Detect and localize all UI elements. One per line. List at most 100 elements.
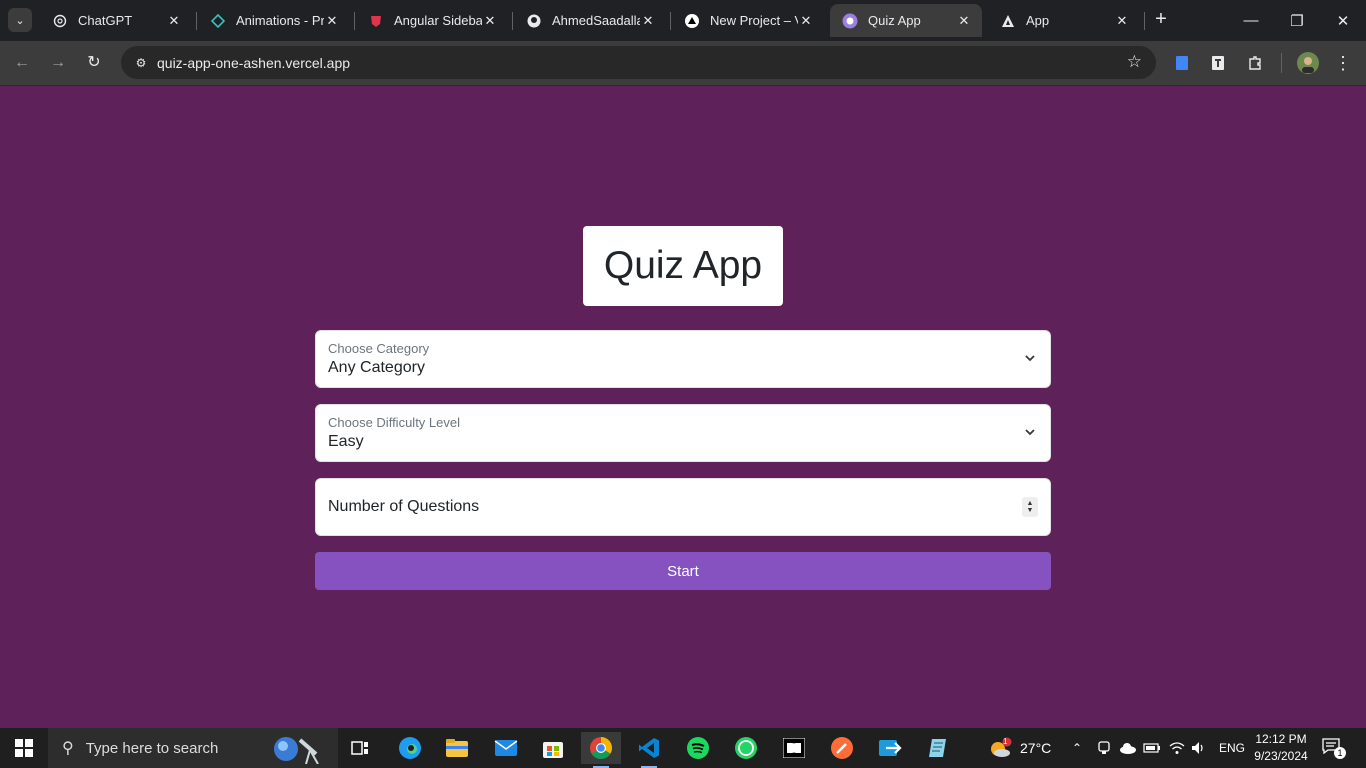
tab-title: Quiz App (868, 13, 921, 28)
quiz-app-icon (842, 13, 858, 29)
tab-chatgpt[interactable]: ChatGPT ✕ (40, 4, 192, 37)
weather-sun-cloud-icon (991, 737, 1012, 757)
new-tab-plus-icon[interactable]: + (1150, 8, 1172, 32)
forward-arrow-icon[interactable]: → (46, 51, 70, 75)
tab-angular-sidebar[interactable]: Angular Sidebar ✕ (356, 4, 508, 37)
notification-count-badge: 1 (1334, 747, 1346, 759)
tab-quiz-app[interactable]: Quiz App ✕ (830, 4, 982, 37)
tab-title: App (1026, 13, 1050, 28)
onedrive-cloud-icon[interactable] (1119, 728, 1137, 768)
send-icon[interactable] (870, 732, 910, 764)
notepad-icon[interactable] (918, 732, 958, 764)
tab-divider (670, 12, 671, 30)
tab-title: AhmedSaadallah (552, 13, 640, 28)
back-arrow-icon[interactable]: ← (10, 51, 34, 75)
close-tab-icon[interactable]: ✕ (640, 13, 656, 29)
vscode-icon[interactable] (629, 732, 669, 768)
dolby-icon[interactable] (774, 732, 814, 764)
close-window-icon[interactable]: ✕ (1320, 0, 1366, 41)
extensions-puzzle-icon[interactable] (1244, 52, 1266, 74)
category-select[interactable]: Choose Category Any Category (315, 330, 1051, 388)
windows-taskbar: ⚲ Type here to search 1 27°C ⌃ ENG 12:12… (0, 728, 1366, 768)
wifi-icon[interactable] (1169, 728, 1185, 768)
close-tab-icon[interactable]: ✕ (482, 13, 498, 29)
bookmark-star-icon[interactable]: ☆ (1127, 52, 1142, 72)
language-indicator[interactable]: ENG (1219, 728, 1245, 768)
restore-icon[interactable]: ❐ (1274, 0, 1320, 41)
weather-widget[interactable]: 1 27°C (988, 728, 1051, 768)
task-view-icon[interactable] (340, 732, 380, 764)
chevron-down-icon (1025, 355, 1035, 362)
difficulty-label: Choose Difficulty Level (328, 415, 460, 430)
github-icon (526, 13, 542, 29)
brave-shield-icon (368, 13, 384, 29)
tab-search-chevron-icon[interactable]: ⌄ (8, 8, 32, 32)
weather-badge: 1 (1003, 737, 1008, 746)
tab-app[interactable]: App ✕ (988, 4, 1140, 37)
toolbar-divider (1281, 53, 1282, 73)
system-clock[interactable]: 12:12 PM 9/23/2024 (1250, 731, 1312, 765)
close-tab-icon[interactable]: ✕ (1114, 13, 1130, 29)
google-docs-extension-icon[interactable] (1171, 52, 1193, 74)
close-tab-icon[interactable]: ✕ (956, 13, 972, 29)
tab-title: Animations - Pri (236, 13, 324, 28)
clock-time: 12:12 PM (1255, 732, 1307, 746)
close-tab-icon[interactable]: ✕ (798, 13, 814, 29)
tab-divider (512, 12, 513, 30)
browser-tab-strip: ⌄ ChatGPT ✕ Animations - Pri ✕ Angular S… (0, 0, 1366, 41)
notification-center-icon[interactable]: 1 (1322, 738, 1346, 759)
tab-github[interactable]: AhmedSaadallah ✕ (514, 4, 666, 37)
meet-now-icon[interactable] (1097, 728, 1111, 768)
profile-avatar[interactable] (1297, 52, 1319, 74)
category-value[interactable]: Any Category (328, 359, 425, 377)
tab-divider (1144, 12, 1145, 30)
close-tab-icon[interactable]: ✕ (166, 13, 182, 29)
windows-start-icon[interactable] (0, 728, 48, 768)
spotify-icon[interactable] (678, 732, 718, 764)
close-tab-icon[interactable]: ✕ (324, 13, 340, 29)
search-icon: ⚲ (62, 740, 74, 757)
minimize-icon[interactable]: — (1228, 0, 1274, 41)
weather-temperature: 27°C (1020, 740, 1052, 756)
browser-toolbar: ← → ↻ ⚙ quiz-app-one-ashen.vercel.app ☆ … (0, 41, 1366, 86)
tab-vercel[interactable]: New Project – Ve ✕ (672, 4, 824, 37)
tab-divider (354, 12, 355, 30)
tab-title: New Project – Ve (710, 13, 798, 28)
clock-date: 9/23/2024 (1254, 749, 1308, 763)
address-bar[interactable]: ⚙ quiz-app-one-ashen.vercel.app ☆ (121, 46, 1156, 79)
battery-icon[interactable] (1143, 728, 1161, 768)
questions-number-input[interactable]: Number of Questions ▲ ▼ (315, 478, 1051, 536)
postman-icon[interactable] (822, 732, 862, 764)
primeng-icon (210, 13, 226, 29)
chevron-down-icon (1025, 429, 1035, 436)
start-button[interactable]: Start (315, 552, 1051, 590)
number-spinner-icon[interactable]: ▲ ▼ (1022, 497, 1038, 517)
chatgpt-icon (52, 13, 68, 29)
category-label: Choose Category (328, 341, 430, 356)
extension-t-icon[interactable] (1207, 52, 1229, 74)
more-menu-icon[interactable]: ⋮ (1332, 52, 1354, 74)
search-highlight-telescope-icon (274, 737, 319, 764)
search-placeholder[interactable]: Type here to search (86, 740, 219, 757)
site-info-icon[interactable]: ⚙ (129, 56, 153, 70)
taskbar-search[interactable]: ⚲ Type here to search (48, 728, 338, 768)
tab-title: ChatGPT (78, 13, 133, 28)
quiz-page: Quiz App Choose Category Any Category Ch… (0, 87, 1366, 728)
file-explorer-icon[interactable] (437, 732, 477, 764)
tab-animations[interactable]: Animations - Pri ✕ (198, 4, 350, 37)
volume-icon[interactable] (1191, 728, 1207, 768)
edge-icon[interactable] (390, 732, 430, 764)
difficulty-value[interactable]: Easy (328, 433, 364, 451)
tray-chevron-up-icon[interactable]: ⌃ (1072, 728, 1082, 768)
tab-divider (196, 12, 197, 30)
whatsapp-icon[interactable] (726, 732, 766, 764)
chrome-icon[interactable] (581, 732, 621, 768)
page-title: Quiz App (603, 244, 763, 287)
angular-icon (1000, 13, 1016, 29)
title-card: Quiz App (583, 226, 783, 306)
reload-icon[interactable]: ↻ (82, 51, 106, 75)
url-text[interactable]: quiz-app-one-ashen.vercel.app (157, 55, 350, 71)
mail-icon[interactable] (486, 732, 526, 764)
store-icon[interactable] (533, 732, 573, 764)
difficulty-select[interactable]: Choose Difficulty Level Easy (315, 404, 1051, 462)
